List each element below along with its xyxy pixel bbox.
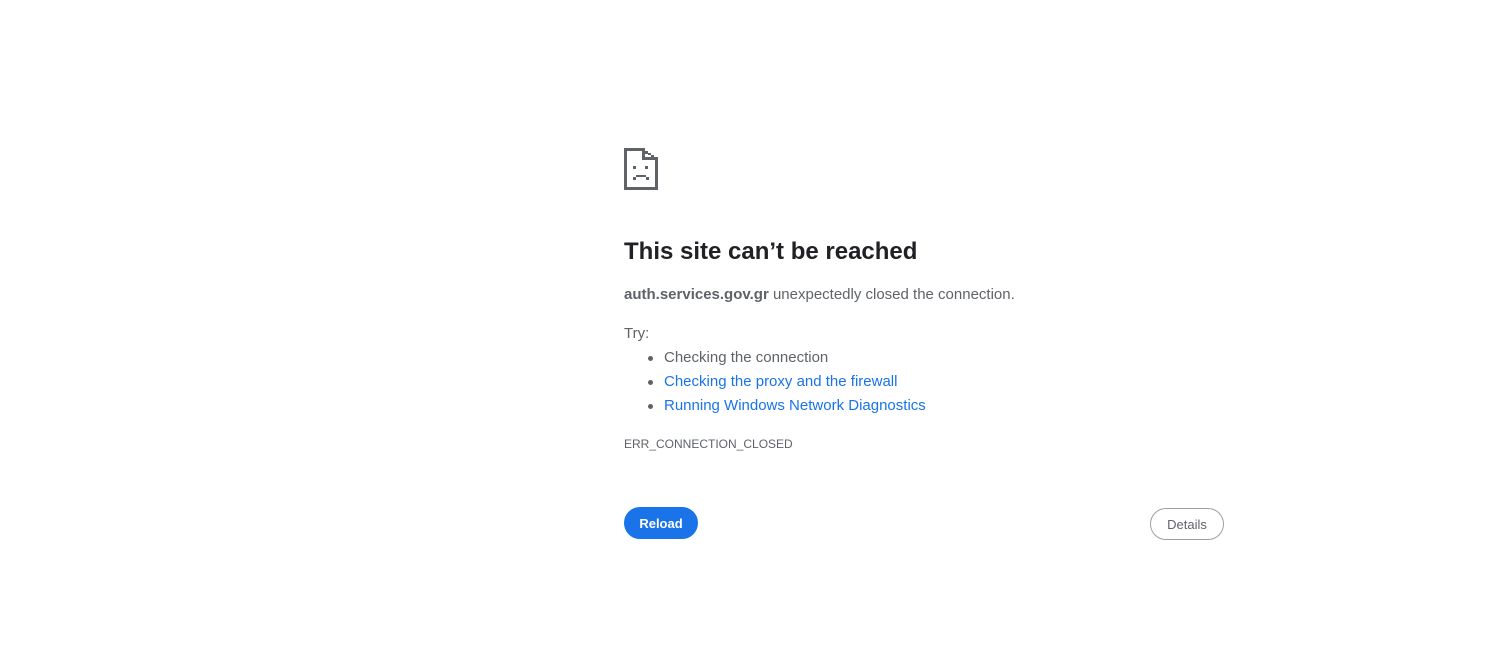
sad-document-icon [624,148,658,190]
suggestion-proxy-firewall-link[interactable]: Checking the proxy and the firewall [664,373,897,390]
summary-text: unexpectedly closed the connection. [768,286,1015,303]
suggestion-network-diagnostics-link[interactable]: Running Windows Network Diagnostics [664,397,926,414]
bullet-icon [648,404,653,409]
error-summary: auth.services.gov.gr unexpectedly closed… [624,285,1015,305]
bullet-icon [648,380,653,385]
list-item: Running Windows Network Diagnostics [624,396,926,420]
try-label: Try: [624,325,650,342]
error-code: ERR_CONNECTION_CLOSED [624,437,793,451]
suggestions-list: Checking the connection Checking the pro… [624,348,926,420]
suggestion-check-connection: Checking the connection [664,349,829,366]
bullet-icon [648,356,653,361]
details-button[interactable]: Details [1150,508,1224,540]
list-item: Checking the connection [624,348,926,372]
host-name: auth.services.gov.gr [624,286,769,303]
list-item: Checking the proxy and the firewall [624,372,926,396]
page-title: This site can’t be reached [624,238,918,265]
reload-button[interactable]: Reload [624,507,698,539]
